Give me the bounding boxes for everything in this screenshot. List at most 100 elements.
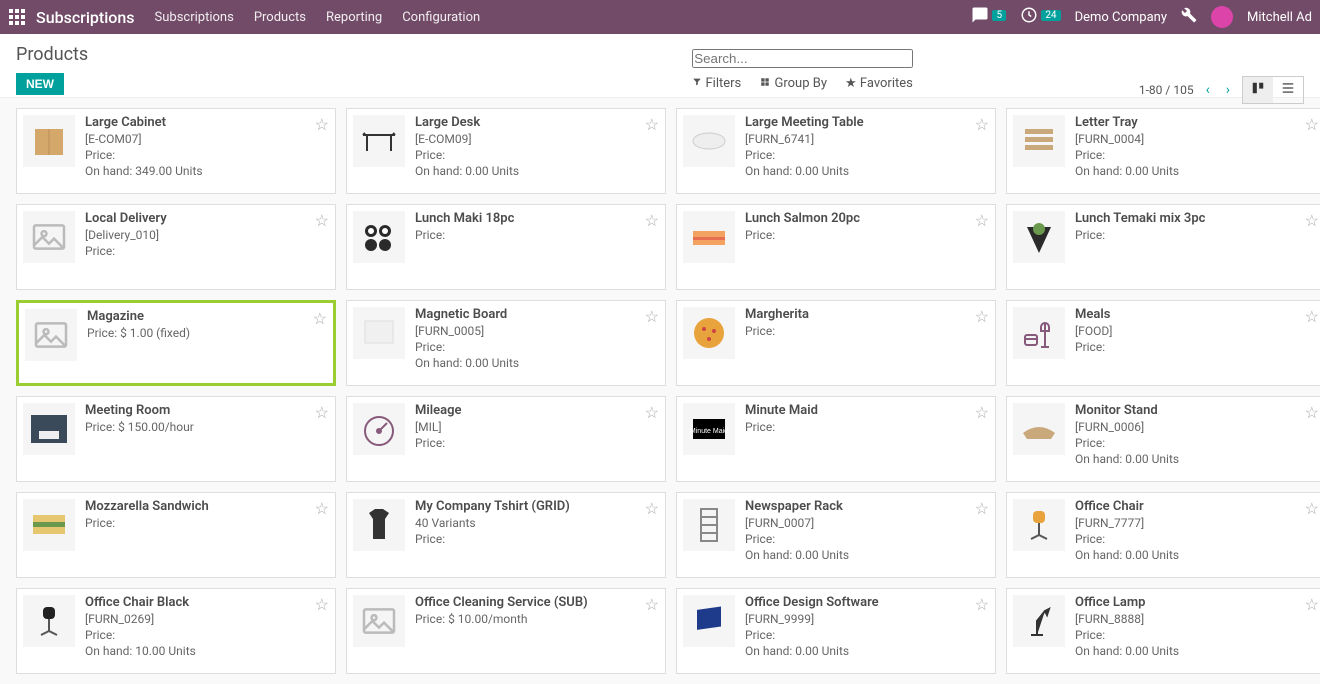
user-avatar[interactable]	[1211, 6, 1233, 28]
favorite-star-icon[interactable]: ☆	[315, 211, 329, 230]
product-thumbnail	[683, 499, 735, 551]
favorite-star-icon[interactable]: ☆	[975, 403, 989, 422]
pager-prev-icon[interactable]: ‹	[1202, 82, 1214, 98]
product-price: Price:	[745, 228, 989, 242]
favorite-star-icon[interactable]: ☆	[975, 595, 989, 614]
settings-icon[interactable]	[1181, 7, 1197, 27]
product-price: Price:	[415, 436, 659, 450]
product-name: Mileage	[415, 403, 659, 418]
product-card[interactable]: My Company Tshirt (GRID)40 VariantsPrice…	[346, 492, 666, 578]
favorite-star-icon[interactable]: ☆	[975, 211, 989, 230]
favorite-star-icon[interactable]: ☆	[1305, 211, 1319, 230]
product-name: Newspaper Rack	[745, 499, 989, 514]
favorite-star-icon[interactable]: ☆	[645, 211, 659, 230]
product-thumbnail	[23, 403, 75, 455]
product-name: Monitor Stand	[1075, 403, 1319, 418]
product-onhand: On hand: 0.00 Units	[415, 164, 659, 178]
product-price: Price:	[1075, 532, 1319, 546]
product-card[interactable]: Lunch Temaki mix 3pcPrice: ☆	[1006, 204, 1320, 290]
product-card[interactable]: Lunch Salmon 20pc Price: ☆	[676, 204, 996, 290]
activities-icon[interactable]: 24	[1020, 6, 1060, 28]
product-sku: [FURN_0006]	[1075, 420, 1319, 434]
favorite-star-icon[interactable]: ☆	[645, 403, 659, 422]
favorite-star-icon[interactable]: ☆	[975, 307, 989, 326]
messages-icon[interactable]: 5	[971, 6, 1006, 28]
menu-products[interactable]: Products	[254, 10, 306, 25]
company-name[interactable]: Demo Company	[1075, 10, 1167, 25]
pager-next-icon[interactable]: ›	[1222, 82, 1234, 98]
product-card[interactable]: Meeting RoomPrice: $ 150.00/hour ☆	[16, 396, 336, 482]
product-name: Lunch Salmon 20pc	[745, 211, 989, 226]
product-card[interactable]: Mozzarella SandwichPrice: ☆	[16, 492, 336, 578]
product-card[interactable]: Lunch Maki 18pcPrice: ☆	[346, 204, 666, 290]
product-price: Price:	[415, 532, 659, 546]
product-price: Price:	[415, 148, 659, 162]
product-card[interactable]: Mileage[MIL]Price: ☆	[346, 396, 666, 482]
menu-reporting[interactable]: Reporting	[326, 10, 382, 25]
product-card[interactable]: Office Cleaning Service (SUB)Price: $ 10…	[346, 588, 666, 674]
product-card[interactable]: Office Chair Black[FURN_0269]Price:On ha…	[16, 588, 336, 674]
product-card[interactable]: MargheritaPrice: ☆	[676, 300, 996, 386]
product-card[interactable]: Office Lamp[FURN_8888]Price:On hand: 0.0…	[1006, 588, 1320, 674]
product-card[interactable]: Newspaper Rack[FURN_0007]Price:On hand: …	[676, 492, 996, 578]
product-price: Price:	[1075, 148, 1319, 162]
kanban-view-icon[interactable]	[1243, 77, 1273, 103]
product-onhand: On hand: 0.00 Units	[1075, 164, 1319, 178]
search-input[interactable]	[692, 49, 913, 68]
favorite-star-icon[interactable]: ☆	[645, 307, 659, 326]
control-bar: Products NEW Filters Group By ★ Favorite…	[0, 34, 1320, 98]
favorite-star-icon[interactable]: ☆	[315, 595, 329, 614]
product-card[interactable]: Letter Tray[FURN_0004]Price:On hand: 0.0…	[1006, 108, 1320, 194]
product-card[interactable]: Minute Maid Minute MaidPrice: ☆	[676, 396, 996, 482]
product-card[interactable]: Large Meeting Table[FURN_6741]Price:On h…	[676, 108, 996, 194]
product-onhand: On hand: 0.00 Units	[415, 356, 659, 370]
product-card[interactable]: Office Design Software[FURN_9999]Price:O…	[676, 588, 996, 674]
product-card[interactable]: Large Cabinet[E-COM07]Price:On hand: 349…	[16, 108, 336, 194]
groupby-button[interactable]: Group By	[759, 76, 827, 91]
favorite-star-icon[interactable]: ☆	[645, 595, 659, 614]
product-price: Price:	[1075, 228, 1319, 242]
product-name: Office Design Software	[745, 595, 989, 610]
list-view-icon[interactable]	[1273, 77, 1303, 103]
favorite-star-icon[interactable]: ☆	[315, 499, 329, 518]
favorites-button[interactable]: ★ Favorites	[845, 76, 913, 91]
filters-button[interactable]: Filters	[692, 76, 741, 91]
product-price: Price:	[415, 340, 659, 354]
product-card[interactable]: Large Desk[E-COM09]Price:On hand: 0.00 U…	[346, 108, 666, 194]
product-name: Local Delivery	[85, 211, 329, 226]
favorite-star-icon[interactable]: ☆	[1305, 403, 1319, 422]
product-card[interactable]: Local Delivery[Delivery_010]Price: ☆	[16, 204, 336, 290]
apps-icon[interactable]	[8, 8, 26, 26]
view-switcher	[1242, 76, 1304, 104]
favorite-star-icon[interactable]: ☆	[645, 499, 659, 518]
product-card[interactable]: Monitor Stand[FURN_0006]Price:On hand: 0…	[1006, 396, 1320, 482]
favorite-star-icon[interactable]: ☆	[1305, 115, 1319, 134]
favorite-star-icon[interactable]: ☆	[1305, 595, 1319, 614]
menu-configuration[interactable]: Configuration	[402, 10, 480, 25]
page-title: Products	[16, 44, 88, 65]
filters-label: Filters	[705, 76, 741, 91]
product-card[interactable]: Office Chair[FURN_7777]Price:On hand: 0.…	[1006, 492, 1320, 578]
favorite-star-icon[interactable]: ☆	[313, 309, 327, 328]
product-name: Meals	[1075, 307, 1319, 322]
product-onhand: On hand: 0.00 Units	[1075, 452, 1319, 466]
product-onhand: On hand: 0.00 Units	[745, 164, 989, 178]
new-button[interactable]: NEW	[16, 73, 64, 95]
favorite-star-icon[interactable]: ☆	[1305, 499, 1319, 518]
app-brand[interactable]: Subscriptions	[36, 8, 135, 27]
product-thumbnail	[23, 211, 75, 263]
favorite-star-icon[interactable]: ☆	[645, 115, 659, 134]
favorite-star-icon[interactable]: ☆	[315, 115, 329, 134]
favorite-star-icon[interactable]: ☆	[975, 115, 989, 134]
favorite-star-icon[interactable]: ☆	[315, 403, 329, 422]
product-price: Price:	[745, 148, 989, 162]
product-card[interactable]: MagazinePrice: $ 1.00 (fixed) ☆	[16, 300, 336, 386]
favorite-star-icon[interactable]: ☆	[975, 499, 989, 518]
product-card[interactable]: Magnetic Board[FURN_0005]Price:On hand: …	[346, 300, 666, 386]
user-name[interactable]: Mitchell Ad	[1247, 10, 1312, 25]
menu-subscriptions[interactable]: Subscriptions	[155, 10, 234, 25]
favorite-star-icon[interactable]: ☆	[1305, 307, 1319, 326]
product-price: Price: $ 150.00/hour	[85, 420, 329, 434]
product-card[interactable]: Meals[FOOD]Price: ☆	[1006, 300, 1320, 386]
product-sku: [FURN_8888]	[1075, 612, 1319, 626]
